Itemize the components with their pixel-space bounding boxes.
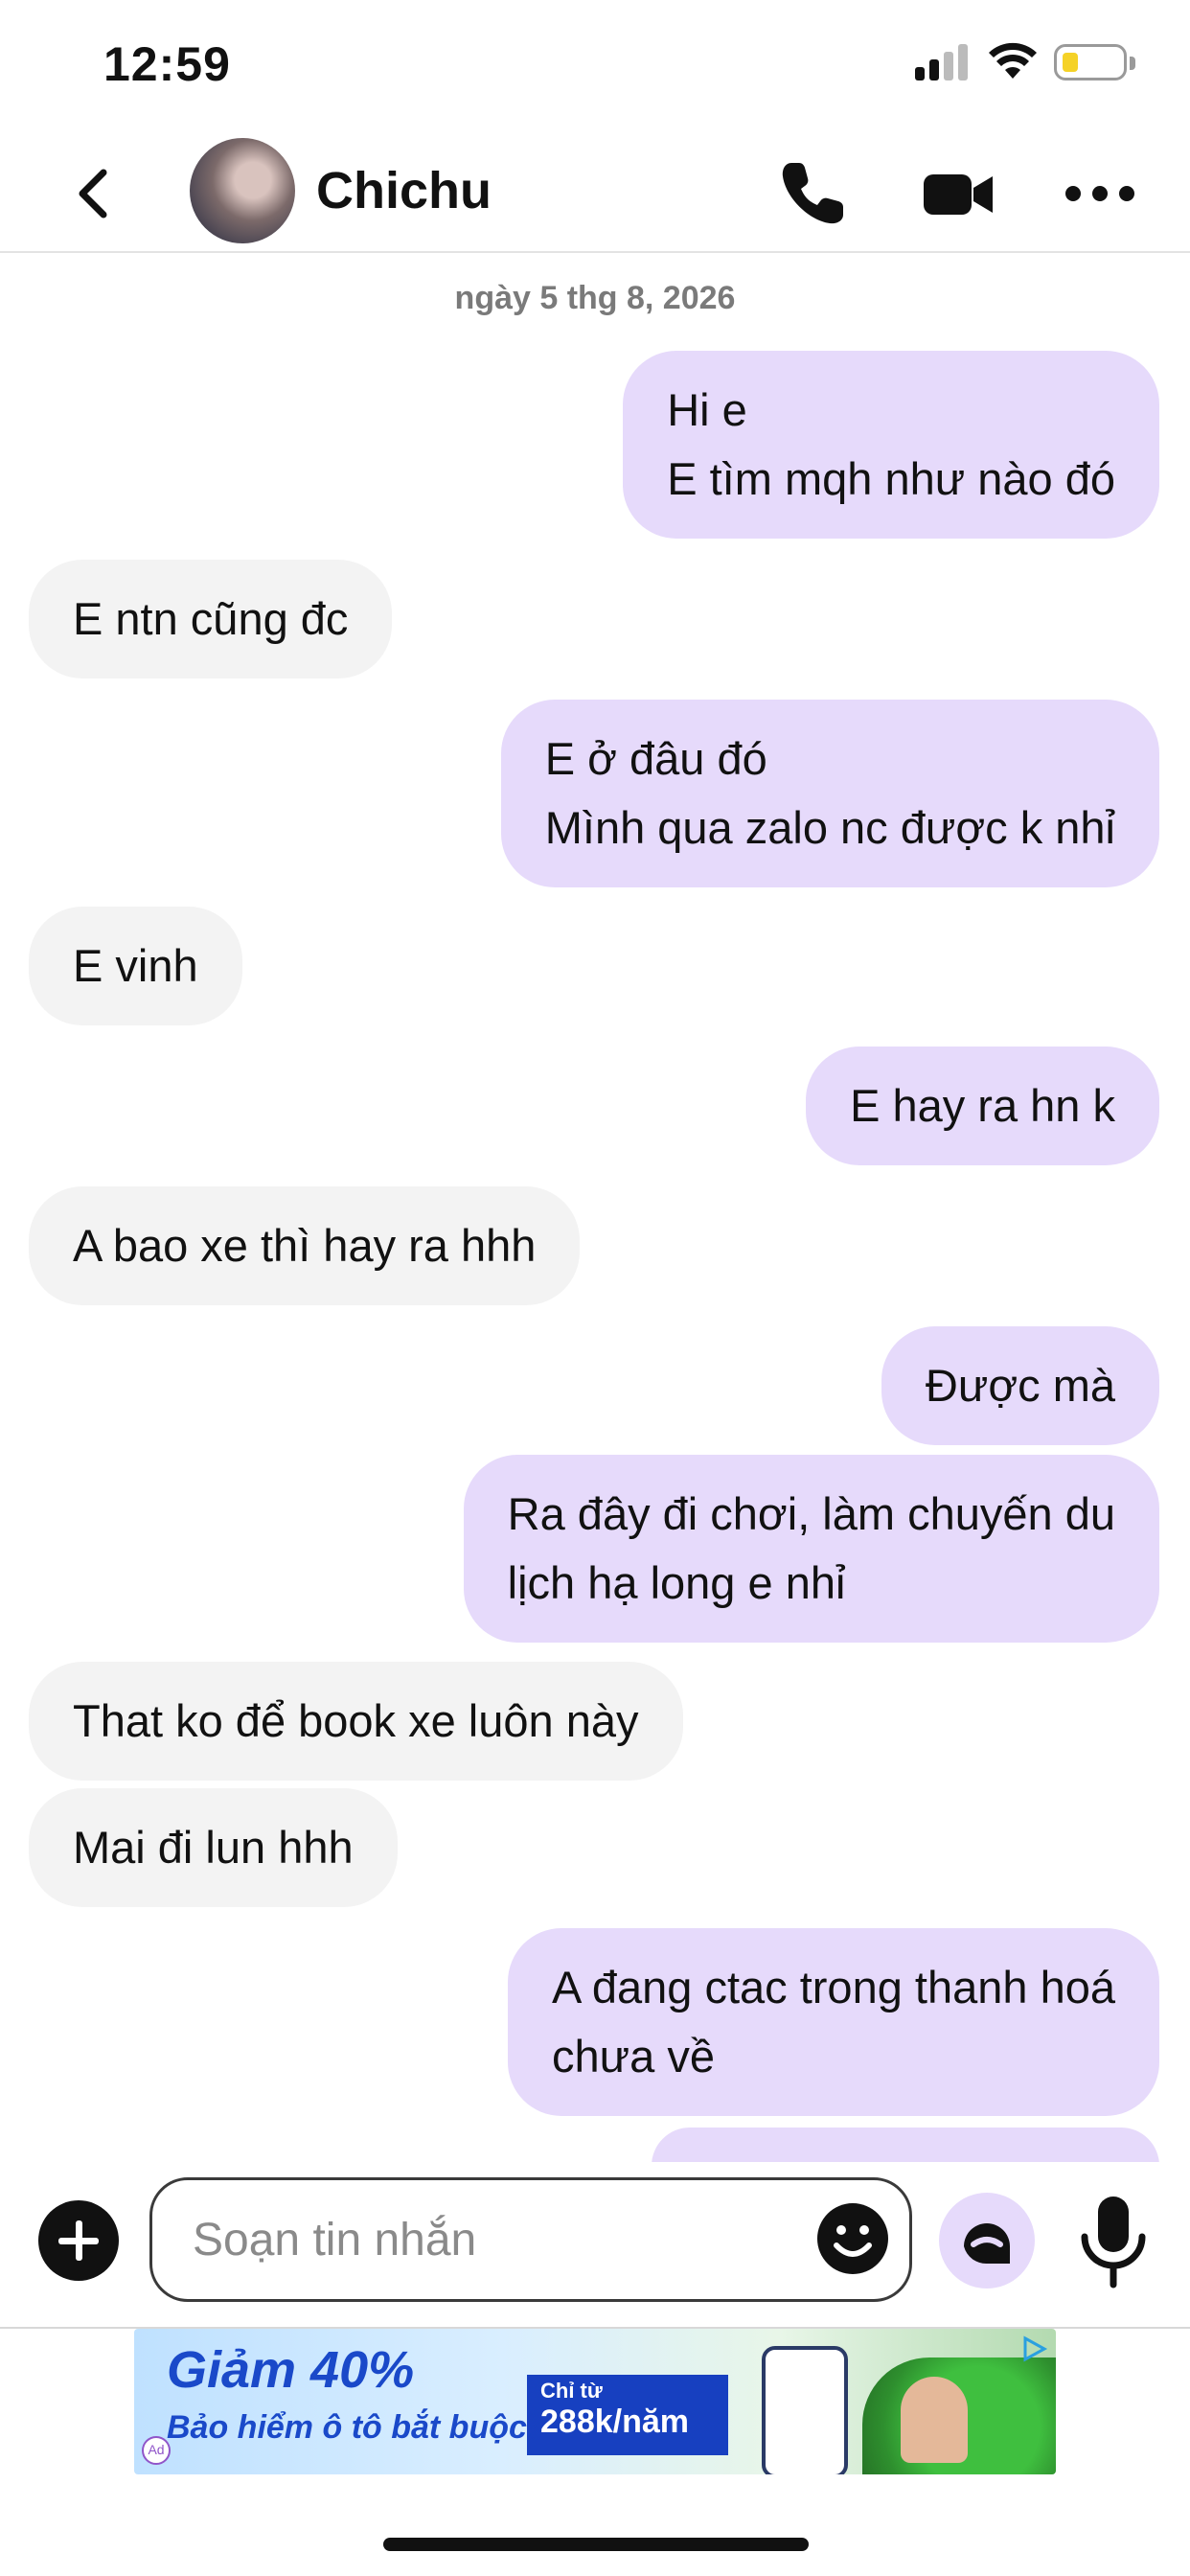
message-text: A bao xe thì hay ra hhh (73, 1220, 537, 1271)
advertisement-banner[interactable]: Giảm 40% Bảo hiểm ô tô bắt buộc Chỉ từ 2… (134, 2329, 1056, 2474)
message-text: E vinh (73, 940, 198, 991)
ad-person-image (901, 2377, 968, 2463)
message-sent[interactable]: Ra đây đi chơi, làm chuyến du lịch hạ lo… (463, 1455, 1159, 1643)
ad-headline: Giảm 40% (167, 2341, 415, 2399)
status-time: 12:59 (103, 37, 231, 91)
message-received[interactable]: A bao xe thì hay ra hhh (29, 1186, 581, 1305)
status-bar: 12:59 (0, 0, 1190, 134)
message-text: Mình qua zalo nc được k nhỉ (544, 802, 1115, 853)
message-composer (0, 2162, 1190, 2329)
ai-assistant-button[interactable] (939, 2193, 1035, 2288)
message-text: E tìm mqh như nào đó (667, 453, 1115, 504)
video-call-icon[interactable] (920, 155, 996, 232)
contact-avatar[interactable] (190, 138, 295, 243)
message-sent-partial[interactable] (652, 2128, 1159, 2162)
message-text: Hi e (667, 384, 747, 435)
message-text: Ra đây đi chơi, làm chuyến du (507, 1488, 1115, 1539)
message-text: Mai đi lun hhh (73, 1822, 354, 1873)
message-text: lịch hạ long e nhỉ (507, 1557, 846, 1608)
message-text: That ko để book xe luôn này (73, 1695, 639, 1746)
message-received[interactable]: E ntn cũng đc (29, 560, 393, 678)
ad-phone-image (762, 2346, 848, 2474)
ad-label: Ad (142, 2436, 171, 2465)
microphone-icon[interactable] (1075, 2193, 1152, 2288)
date-separator: ngày 5 thg 8, 2026 (454, 280, 736, 316)
adchoices-icon[interactable] (1019, 2334, 1048, 2363)
ai-face-icon (964, 2223, 1010, 2265)
add-attachment-icon[interactable] (38, 2200, 119, 2281)
message-text: E ở đâu đó (544, 733, 767, 784)
message-received[interactable]: E vinh (29, 907, 242, 1025)
message-text: Được mà (925, 1360, 1115, 1411)
more-options-icon[interactable] (1062, 155, 1138, 232)
message-received[interactable]: Mai đi lun hhh (29, 1788, 398, 1907)
message-text: E hay ra hn k (850, 1080, 1115, 1131)
message-list[interactable]: ngày 5 thg 8, 2026 Hi e E tìm mqh như nà… (0, 255, 1190, 2162)
message-sent[interactable]: E hay ra hn k (806, 1046, 1159, 1165)
home-indicator (383, 2538, 809, 2551)
message-input-box[interactable] (149, 2177, 912, 2302)
message-text: A đang ctac trong thanh hoá (552, 1962, 1115, 2012)
message-sent[interactable]: Được mà (881, 1326, 1159, 1445)
ad-price: 288k/năm (540, 2404, 689, 2440)
back-icon[interactable] (63, 163, 125, 224)
message-sent[interactable]: Hi e E tìm mqh như nào đó (623, 351, 1159, 539)
signal-icon (915, 42, 969, 80)
wifi-icon (989, 42, 1037, 79)
contact-name[interactable]: Chichu (316, 161, 492, 220)
chat-header: Chichu (0, 134, 1190, 253)
ad-price-box: Chỉ từ 288k/năm (527, 2375, 728, 2455)
message-text: chưa về (552, 2031, 715, 2082)
battery-icon (1054, 44, 1135, 80)
ad-price-prefix: Chỉ từ (540, 2379, 603, 2403)
message-text: E ntn cũng đc (73, 593, 349, 644)
message-received[interactable]: That ko để book xe luôn này (29, 1662, 683, 1781)
message-sent[interactable]: E ở đâu đó Mình qua zalo nc được k nhỉ (500, 700, 1159, 887)
emoji-icon[interactable] (813, 2199, 892, 2278)
ad-subline: Bảo hiểm ô tô bắt buộc (167, 2409, 527, 2446)
message-input[interactable] (191, 2207, 769, 2272)
phone-call-icon[interactable] (774, 155, 851, 232)
message-sent[interactable]: A đang ctac trong thanh hoá chưa về (508, 1928, 1159, 2116)
